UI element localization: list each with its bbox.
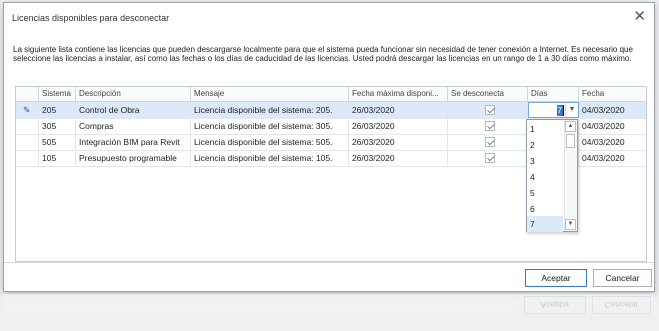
row-indicator bbox=[16, 118, 39, 134]
cell-fecha-maxima[interactable]: 26/03/2020 bbox=[349, 150, 448, 166]
cell-se-desconecta[interactable] bbox=[448, 150, 528, 166]
days-option[interactable]: 3 bbox=[530, 153, 562, 169]
pencil-icon: ✎ bbox=[23, 105, 31, 115]
scroll-down-icon[interactable]: ▼ bbox=[565, 219, 576, 230]
row-indicator: ✎ bbox=[16, 102, 39, 118]
accept-button[interactable]: Aceptar bbox=[525, 269, 587, 287]
disconnect-checkbox[interactable] bbox=[485, 137, 495, 147]
header-fecha-maxima[interactable]: Fecha máxima disponi... bbox=[349, 87, 448, 101]
disconnect-checkbox[interactable] bbox=[485, 121, 495, 131]
header-fecha[interactable]: Fecha bbox=[579, 87, 646, 101]
header-dias[interactable]: Días bbox=[528, 87, 579, 101]
cell-descripcion[interactable]: Control de Obra bbox=[76, 102, 191, 118]
cell-mensaje[interactable]: Licencia disponible del sistema: 105. bbox=[191, 150, 349, 166]
days-editor[interactable]: 7 ▼ bbox=[528, 102, 579, 118]
dialog-reflection: Aceptar Cancelar bbox=[3, 294, 655, 328]
cell-mensaje[interactable]: Licencia disponible del sistema: 505. bbox=[191, 134, 349, 150]
cell-fecha-maxima[interactable]: 26/03/2020 bbox=[349, 102, 448, 118]
close-icon[interactable]: ✕ bbox=[633, 9, 646, 24]
cell-mensaje[interactable]: Licencia disponible del sistema: 205. bbox=[191, 102, 349, 118]
days-option[interactable]: 4 bbox=[530, 169, 562, 185]
table-row[interactable]: ✎ 205 Control de Obra Licencia disponibl… bbox=[16, 102, 646, 119]
dialog-description: La siguiente lista contiene las licencia… bbox=[13, 45, 633, 63]
header-se-desconecta[interactable]: Se desconecta bbox=[448, 87, 528, 101]
header-sistema[interactable]: Sistema bbox=[39, 87, 76, 101]
days-option[interactable]: 2 bbox=[530, 137, 562, 153]
header-mensaje[interactable]: Mensaje bbox=[191, 87, 349, 101]
cell-fecha[interactable]: 04/03/2020 bbox=[579, 102, 646, 118]
days-option[interactable]: 6 bbox=[530, 201, 562, 217]
footer-divider bbox=[4, 262, 654, 263]
days-dropdown-list[interactable]: 1 2 3 4 5 6 7 ▲ ▼ bbox=[526, 119, 578, 232]
cell-fecha-maxima[interactable]: 26/03/2020 bbox=[349, 118, 448, 134]
header-descripcion[interactable]: Descripción bbox=[76, 87, 191, 101]
cell-fecha-maxima[interactable]: 26/03/2020 bbox=[349, 134, 448, 150]
cell-sistema[interactable]: 105 bbox=[39, 150, 76, 166]
cell-se-desconecta[interactable] bbox=[448, 102, 528, 118]
cell-sistema[interactable]: 505 bbox=[39, 134, 76, 150]
chevron-down-icon[interactable]: ▼ bbox=[565, 103, 578, 117]
cell-fecha[interactable]: 04/03/2020 bbox=[579, 150, 646, 166]
header-indicator bbox=[16, 87, 39, 101]
scroll-thumb[interactable] bbox=[566, 134, 575, 148]
scroll-up-icon[interactable]: ▲ bbox=[565, 121, 576, 132]
dialog-title: Licencias disponibles para desconectar bbox=[12, 13, 170, 23]
cancel-button[interactable]: Cancelar bbox=[593, 269, 652, 287]
days-option-selected[interactable]: 7 bbox=[527, 216, 563, 232]
cell-se-desconecta[interactable] bbox=[448, 118, 528, 134]
accept-button-reflection: Aceptar bbox=[524, 296, 586, 314]
cell-sistema[interactable]: 205 bbox=[39, 102, 76, 118]
row-indicator bbox=[16, 150, 39, 166]
row-indicator bbox=[16, 134, 39, 150]
cell-descripcion[interactable]: Compras bbox=[76, 118, 191, 134]
cell-se-desconecta[interactable] bbox=[448, 134, 528, 150]
cell-fecha[interactable]: 04/03/2020 bbox=[579, 118, 646, 134]
table-header: Sistema Descripción Mensaje Fecha máxima… bbox=[16, 87, 646, 102]
days-option[interactable]: 5 bbox=[530, 185, 562, 201]
cell-descripcion[interactable]: Integración BIM para Revit bbox=[76, 134, 191, 150]
days-editor-value[interactable]: 7 bbox=[557, 105, 564, 116]
cell-fecha[interactable]: 04/03/2020 bbox=[579, 134, 646, 150]
cancel-button-reflection: Cancelar bbox=[592, 296, 651, 314]
title-bar: Licencias disponibles para desconectar ✕ bbox=[4, 3, 654, 31]
days-option[interactable]: 1 bbox=[530, 121, 562, 137]
cell-mensaje[interactable]: Licencia disponible del sistema: 305. bbox=[191, 118, 349, 134]
disconnect-checkbox[interactable] bbox=[485, 105, 495, 115]
cell-descripcion[interactable]: Presupuesto programable bbox=[76, 150, 191, 166]
disconnect-checkbox[interactable] bbox=[485, 153, 495, 163]
licenses-dialog: Licencias disponibles para desconectar ✕… bbox=[3, 2, 655, 292]
cell-sistema[interactable]: 305 bbox=[39, 118, 76, 134]
dropdown-scrollbar[interactable]: ▲ ▼ bbox=[564, 120, 577, 231]
